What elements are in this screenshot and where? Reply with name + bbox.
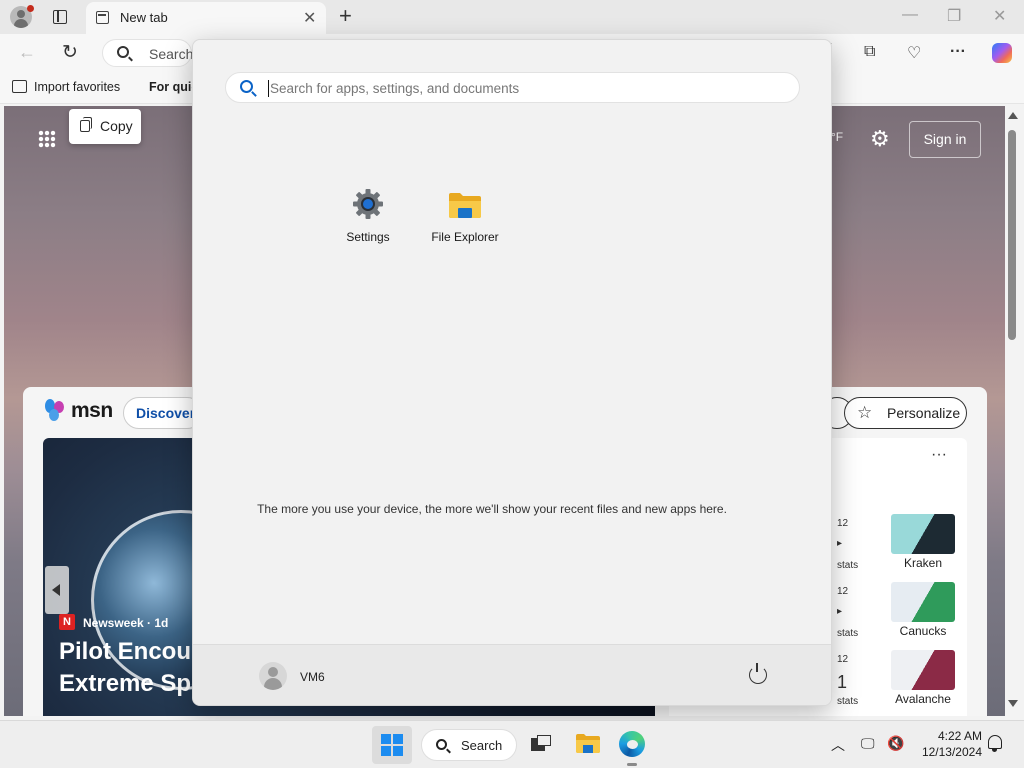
app-file-explorer[interactable]: File Explorer — [420, 188, 510, 250]
clock-date: 12/13/2024 — [921, 745, 982, 759]
windows-start-button[interactable] — [372, 726, 412, 764]
taskbar-clock[interactable]: 4:22 AM 12/13/2024 — [918, 728, 982, 760]
power-icon[interactable] — [749, 663, 767, 684]
volume-muted-icon[interactable]: 🔇 — [887, 735, 904, 752]
team-canucks[interactable]: Canucks — [891, 582, 955, 642]
windows-logo-tile — [393, 746, 403, 756]
search-icon — [117, 46, 129, 58]
score-fragment: ▸ — [837, 538, 843, 549]
discover-tab[interactable]: Discover — [123, 397, 203, 429]
score-fragment: stats — [837, 696, 859, 707]
avalanche-logo-icon — [891, 650, 955, 690]
start-search-box[interactable] — [225, 72, 800, 103]
address-bar[interactable]: Search — [102, 39, 194, 67]
copy-label: Copy — [100, 118, 133, 134]
windows-logo-tile — [393, 734, 403, 744]
user-name[interactable]: VM6 — [300, 670, 325, 684]
newsweek-source-icon: N — [59, 614, 75, 630]
team-name: Canucks — [899, 624, 947, 638]
team-name: Kraken — [903, 556, 943, 570]
copilot-icon[interactable] — [992, 43, 1012, 63]
msn-butterfly-icon — [45, 399, 65, 421]
score-fragment: 12 — [837, 654, 849, 665]
new-tab-button[interactable]: + — [339, 3, 352, 29]
import-favorites-icon — [12, 80, 27, 93]
back-button[interactable]: ← — [18, 42, 36, 63]
windows-logo-tile — [381, 746, 391, 756]
notifications-bell-icon[interactable] — [988, 735, 1002, 752]
team-kraken[interactable]: Kraken — [891, 514, 955, 574]
browser-essentials-icon[interactable]: ♡ — [907, 43, 921, 63]
weather-fragment[interactable]: °F — [831, 130, 843, 144]
score-fragment: stats — [837, 628, 859, 639]
app-launcher-icon[interactable] — [38, 130, 56, 148]
recommended-empty-hint: The more you use your device, the more w… — [257, 502, 727, 516]
sports-more-button[interactable]: ··· — [931, 446, 947, 464]
story-source: Newsweek · 1d — [83, 616, 169, 630]
start-search-panel: Settings File Explorer The more you use … — [192, 39, 832, 706]
personalize-label: Personalize — [887, 405, 961, 421]
reload-button[interactable]: ↻ — [62, 41, 78, 64]
browser-titlebar: New tab ✕ + — ❐ ✕ — [0, 0, 1024, 34]
search-icon — [436, 739, 447, 750]
new-tab-page-icon — [96, 11, 109, 24]
minimize-button[interactable]: — — [902, 6, 918, 24]
tab-actions-icon[interactable] — [53, 10, 67, 24]
taskbar: Search ︿ 🖵 🔇 4:22 AM 12/13/2024 — [0, 720, 1024, 768]
canucks-logo-icon — [891, 582, 955, 622]
taskbar-search-label: Search — [461, 738, 503, 753]
scrollbar-thumb[interactable] — [1008, 130, 1016, 340]
team-name: Avalanche — [895, 692, 951, 706]
start-footer: VM6 — [193, 644, 831, 705]
windows-logo-tile — [381, 734, 391, 744]
settings-and-more-button[interactable]: ··· — [950, 43, 966, 61]
split-screen-icon[interactable]: ⎸ — [830, 43, 846, 61]
score-fragment: stats — [837, 560, 859, 571]
folder-icon — [449, 193, 481, 218]
personalize-star-icon: ☆ — [857, 403, 873, 422]
page-scrollbar[interactable] — [1005, 106, 1020, 716]
tab-title: New tab — [120, 10, 168, 25]
copy-tooltip[interactable]: Copy — [69, 109, 141, 144]
scroll-up-arrow-icon[interactable] — [1008, 112, 1018, 119]
restore-button[interactable]: ❐ — [947, 6, 961, 26]
edge-browser-icon[interactable] — [619, 731, 645, 757]
msn-logo-text[interactable]: msn — [71, 399, 113, 423]
score-fragment: 12 — [837, 518, 849, 529]
team-avalanche[interactable]: Avalanche — [891, 650, 955, 710]
page-settings-gear-icon[interactable]: ⚙ — [870, 126, 890, 152]
collections-icon[interactable]: ⧉ — [864, 43, 875, 61]
score-fragment: ▸ — [837, 606, 843, 617]
close-window-button[interactable]: ✕ — [993, 6, 1006, 26]
search-icon — [240, 80, 253, 93]
taskbar-search-button[interactable]: Search — [421, 729, 517, 761]
text-caret — [268, 80, 269, 97]
network-icon[interactable]: 🖵 — [861, 735, 875, 752]
edge-running-indicator — [627, 763, 637, 766]
import-favorites-link[interactable]: Import favorites — [34, 80, 120, 94]
tab-new-tab[interactable]: New tab ✕ — [86, 2, 326, 34]
app-settings[interactable]: Settings — [323, 188, 413, 250]
file-explorer-taskbar-icon[interactable] — [576, 733, 600, 753]
sign-in-button[interactable]: Sign in — [909, 121, 981, 158]
show-hidden-icons-chevron-icon[interactable]: ︿ — [831, 735, 845, 755]
personalize-button[interactable]: ☆ Personalize — [844, 397, 967, 429]
scroll-down-arrow-icon[interactable] — [1008, 700, 1018, 707]
score-fragment: 12 — [837, 586, 849, 597]
address-bar-text: Search — [149, 46, 194, 62]
quick-access-hint: For quic — [149, 80, 199, 94]
settings-gear-icon — [353, 189, 383, 219]
copy-icon — [80, 117, 92, 132]
task-view-icon[interactable] — [531, 735, 551, 751]
clock-time: 4:22 AM — [937, 729, 982, 743]
user-avatar-icon[interactable] — [259, 662, 287, 690]
start-search-input[interactable] — [270, 76, 780, 100]
score-fragment: 1 — [837, 672, 848, 692]
carousel-previous-button[interactable] — [45, 566, 69, 614]
kraken-logo-icon — [891, 514, 955, 554]
app-label: File Explorer — [431, 230, 499, 244]
app-label: Settings — [346, 230, 390, 244]
profile-notification-dot — [27, 5, 34, 12]
tab-close-button[interactable]: ✕ — [303, 8, 316, 28]
